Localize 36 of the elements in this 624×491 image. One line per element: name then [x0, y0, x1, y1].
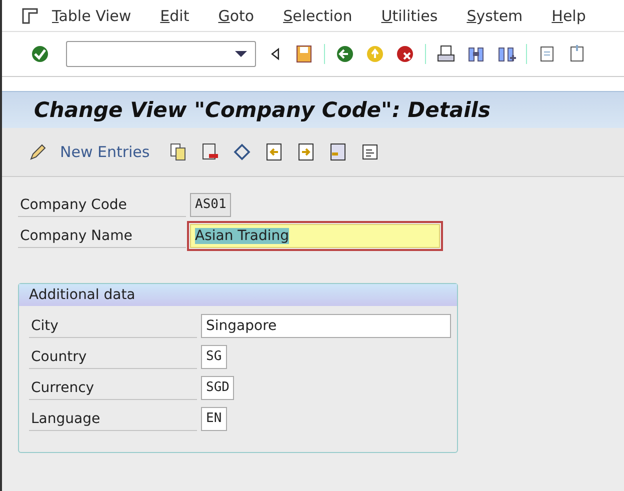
- field-label: Language: [29, 406, 197, 430]
- checkmark-icon[interactable]: [30, 44, 50, 64]
- field-label: Currency: [29, 376, 197, 400]
- command-field[interactable]: [66, 41, 256, 67]
- menu-item[interactable]: Selection: [283, 6, 352, 24]
- field-label: Company Name: [18, 224, 186, 248]
- cancel-icon[interactable]: [395, 44, 415, 64]
- menu-icon[interactable]: [22, 8, 40, 24]
- previous-entry-icon[interactable]: [264, 142, 284, 162]
- input-field[interactable]: SG: [201, 344, 227, 368]
- group-title: Additional data: [19, 284, 457, 306]
- new-entries-button[interactable]: New Entries: [60, 143, 150, 161]
- print-icon[interactable]: [436, 44, 456, 64]
- screen-title: Change View "Company Code": Details: [34, 98, 490, 122]
- field-label: Company Code: [18, 192, 186, 216]
- copy-icon[interactable]: [168, 142, 188, 162]
- input-field[interactable]: EN: [201, 406, 227, 430]
- menu-item[interactable]: Table View: [52, 6, 132, 24]
- menu-item[interactable]: Goto: [218, 6, 254, 24]
- input-field[interactable]: AS01: [190, 192, 232, 216]
- select-entry-icon[interactable]: [328, 142, 348, 162]
- menu-item[interactable]: Edit: [160, 6, 190, 24]
- input-field[interactable]: SGD: [201, 376, 234, 400]
- menu-item[interactable]: System: [466, 6, 523, 24]
- dropdown-icon[interactable]: [235, 50, 247, 58]
- delete-icon[interactable]: [200, 142, 220, 162]
- menu-item[interactable]: Help: [552, 6, 586, 24]
- field-label: Country: [29, 344, 197, 368]
- menu-item[interactable]: Utilities: [381, 6, 438, 24]
- input-field[interactable]: Singapore: [201, 314, 451, 338]
- next-entry-icon[interactable]: [296, 142, 316, 162]
- pencil-icon[interactable]: [28, 142, 48, 162]
- back-icon[interactable]: [335, 44, 355, 64]
- document-icon[interactable]: [360, 142, 380, 162]
- save-icon[interactable]: [294, 44, 314, 64]
- field-label: City: [29, 314, 197, 338]
